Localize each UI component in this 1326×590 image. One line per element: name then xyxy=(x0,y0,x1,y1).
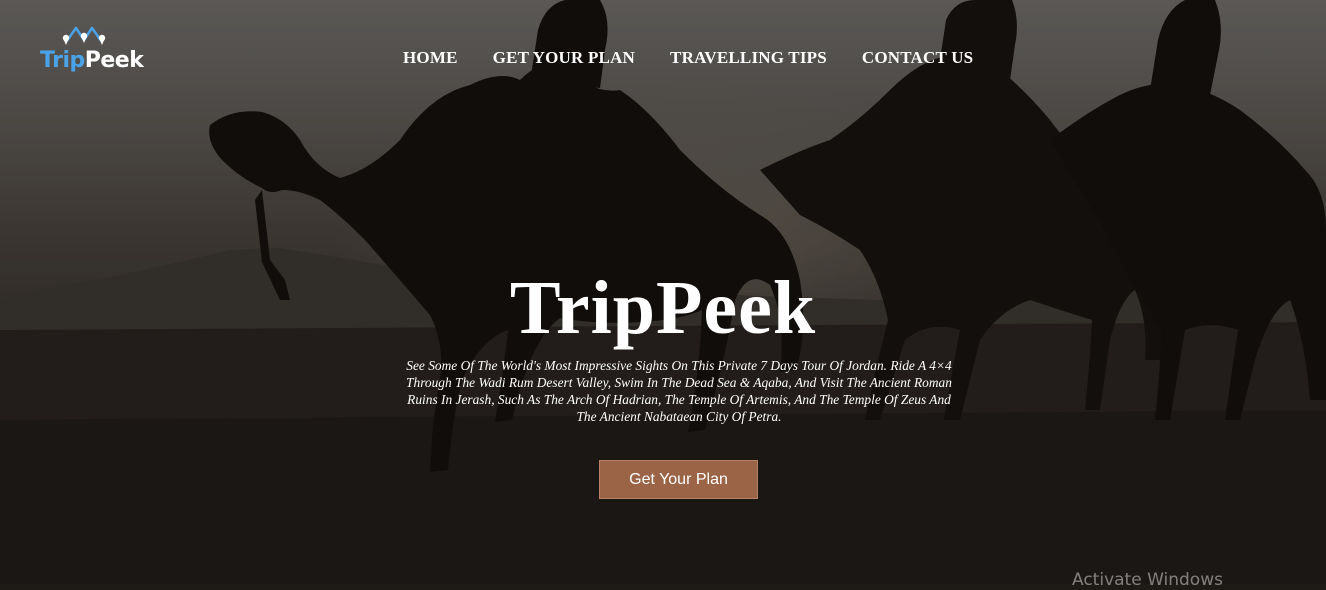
nav-item-get-your-plan[interactable]: GET YOUR PLAN xyxy=(493,48,635,68)
get-your-plan-button[interactable]: Get Your Plan xyxy=(599,460,758,499)
map-pin-route-icon xyxy=(62,26,106,45)
activate-windows-watermark: Activate Windows xyxy=(1072,570,1223,590)
nav-item-travelling-tips[interactable]: TRAVELLING TIPS xyxy=(670,48,827,68)
nav-item-home[interactable]: HOME xyxy=(403,48,458,68)
hero-title: TripPeek xyxy=(509,266,817,350)
brand-logo[interactable]: TripPeek xyxy=(40,22,150,78)
logo-text-peek: Peek xyxy=(84,48,144,73)
hero-description: See Some Of The World's Most Impressive … xyxy=(406,358,952,424)
main-nav: HOME GET YOUR PLAN TRAVELLING TIPS CONTA… xyxy=(403,48,973,68)
logo-wordmark: TripPeek xyxy=(40,48,144,73)
nav-item-contact-us[interactable]: CONTACT US xyxy=(862,48,973,68)
logo-text-trip: Trip xyxy=(40,48,85,73)
